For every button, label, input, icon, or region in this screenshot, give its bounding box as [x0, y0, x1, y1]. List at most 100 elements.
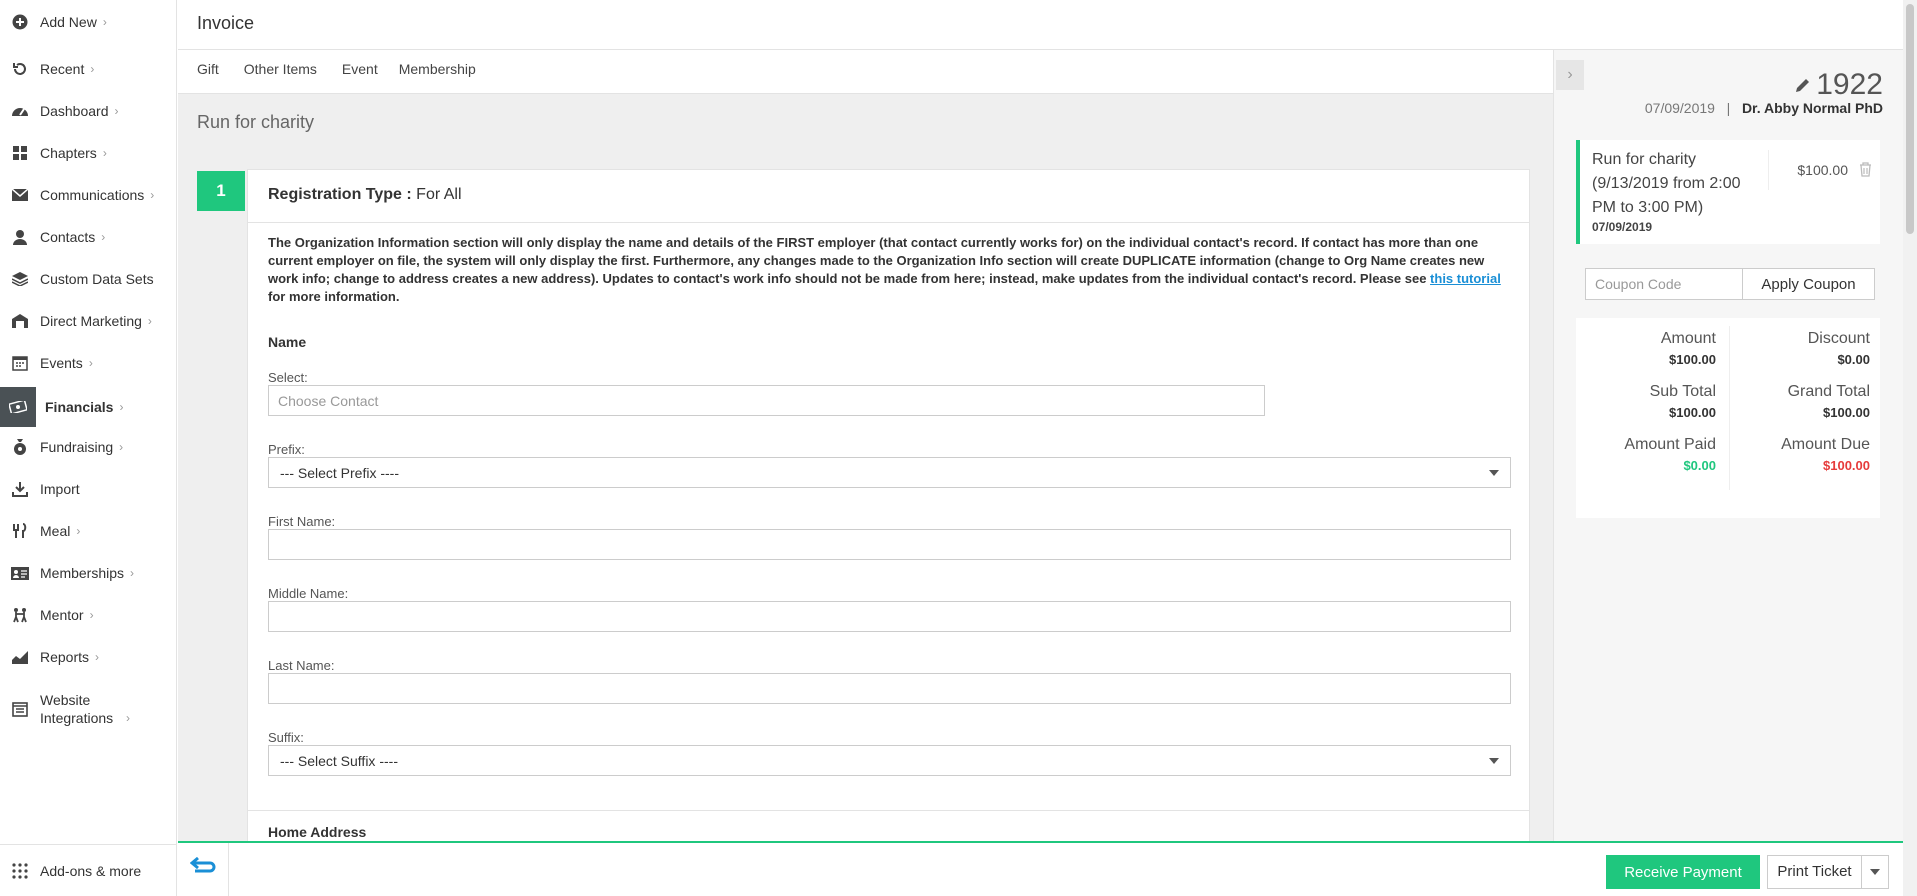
dashboard-icon — [0, 103, 40, 119]
invoice-number-value: 1922 — [1816, 68, 1883, 101]
addons-menu[interactable]: Add-ons & more — [0, 844, 177, 896]
sidebar-item-chapters[interactable]: Chapters › — [0, 145, 177, 161]
money-icon — [0, 387, 36, 427]
trash-icon[interactable] — [1859, 162, 1872, 182]
apply-coupon-button[interactable]: Apply Coupon — [1742, 268, 1875, 300]
sidebar-item-label: Reports — [40, 649, 90, 665]
due-label: Amount Due — [1781, 436, 1870, 453]
sidebar-item-label: Fundraising — [40, 439, 114, 455]
coupon-code-input[interactable]: Coupon Code — [1585, 268, 1743, 300]
invoice-date: 07/09/2019 — [1644, 100, 1715, 116]
sidebar-item-memberships[interactable]: Memberships › — [0, 565, 177, 581]
amount-value: $100.00 — [1669, 352, 1716, 367]
chevron-right-icon: › — [147, 314, 152, 328]
scrollbar-thumb[interactable] — [1906, 4, 1914, 234]
sidebar-item-fundraising[interactable]: Fundraising › — [0, 439, 177, 455]
print-ticket-button[interactable]: Print Ticket — [1767, 855, 1889, 889]
notice-text: The Organization Information section wil… — [268, 235, 1485, 286]
chevron-down-icon — [1489, 757, 1499, 764]
calendar-icon — [0, 355, 40, 371]
sidebar-item-label: Events — [40, 355, 83, 371]
prefix-select[interactable]: --- Select Prefix ---- — [268, 457, 1511, 488]
paid-label: Amount Paid — [1624, 436, 1716, 453]
first-name-label: First Name: — [268, 514, 336, 529]
sidebar-item-custom-data-sets[interactable]: Custom Data Sets — [0, 271, 177, 287]
building-icon — [0, 314, 40, 328]
first-name-input[interactable] — [268, 529, 1511, 560]
notice-tail: for more information. — [268, 289, 400, 304]
layers-icon — [0, 272, 40, 286]
suffix-label: Suffix: — [268, 730, 304, 745]
chevron-right-icon: › — [89, 608, 94, 622]
paid-value: $0.00 — [1683, 458, 1716, 473]
tab-gift[interactable]: Gift — [178, 50, 238, 93]
amount-paid-total: Amount Paid $0.00 — [1576, 436, 1716, 473]
sidebar-item-label: Dashboard — [40, 103, 109, 119]
tutorial-link[interactable]: this tutorial — [1430, 271, 1501, 286]
sidebar-item-mentor[interactable]: Mentor › — [0, 607, 177, 623]
sidebar-item-label: Direct Marketing — [40, 313, 142, 329]
sidebar: Add New › Recent › Dashboard › Chapters › Co… — [0, 0, 177, 896]
sidebar-item-import[interactable]: Import — [0, 481, 177, 497]
totals-box: Amount $100.00 Discount $0.00 Sub Total … — [1576, 318, 1880, 518]
collapse-panel-button[interactable]: › — [1556, 60, 1584, 90]
event-form-area: Run for charity 1 Registration Type : Fo… — [178, 94, 1553, 841]
sidebar-item-add-new[interactable]: Add New › — [0, 14, 177, 30]
sidebar-item-reports[interactable]: Reports › — [0, 649, 177, 665]
choose-contact-placeholder: Choose Contact — [278, 392, 379, 409]
tab-membership[interactable]: Membership — [397, 50, 495, 93]
sidebar-item-financials[interactable]: Financials › — [0, 387, 177, 427]
divider — [248, 222, 1529, 223]
sidebar-item-label: Custom Data Sets — [40, 271, 154, 287]
print-ticket-label: Print Ticket — [1768, 856, 1862, 888]
tab-event[interactable]: Event — [336, 50, 397, 99]
last-name-input[interactable] — [268, 673, 1511, 704]
divider — [248, 810, 1529, 811]
addons-label: Add-ons & more — [40, 862, 142, 879]
person-icon — [0, 229, 40, 245]
invoice-line-item: Run for charity (9/13/2019 from 2:00 PM … — [1576, 140, 1880, 244]
sidebar-item-contacts[interactable]: Contacts › — [0, 229, 177, 245]
chevron-right-icon: › — [150, 188, 155, 202]
sidebar-item-events[interactable]: Events › — [0, 355, 177, 371]
last-name-label: Last Name: — [268, 658, 335, 673]
middle-name-input[interactable] — [268, 601, 1511, 632]
back-button[interactable] — [178, 843, 229, 896]
sidebar-item-direct-marketing[interactable]: Direct Marketing › — [0, 313, 177, 329]
pencil-icon[interactable] — [1794, 68, 1812, 102]
discount-total: Discount $0.00 — [1730, 330, 1870, 367]
chevron-right-icon: › — [114, 104, 119, 118]
sidebar-item-website-integrations[interactable]: Website Integrations › — [0, 691, 177, 727]
page-header: Invoice — [178, 0, 1917, 50]
choose-contact-input[interactable]: Choose Contact — [268, 385, 1265, 416]
envelope-icon — [0, 189, 40, 201]
grid-icon — [0, 145, 40, 161]
mentor-icon — [0, 607, 40, 623]
line-item-name: Run for charity (9/13/2019 from 2:00 PM … — [1592, 151, 1741, 216]
discount-label: Discount — [1807, 330, 1870, 347]
suffix-select[interactable]: --- Select Suffix ---- — [268, 745, 1511, 776]
invoice-summary-panel: › 1922 07/09/2019 | Dr. Abby Normal PhD … — [1553, 50, 1917, 841]
scrollbar[interactable] — [1903, 0, 1917, 896]
sidebar-item-recent[interactable]: Recent › — [0, 61, 177, 77]
chevron-down-icon[interactable] — [1862, 869, 1888, 875]
history-icon — [0, 61, 40, 77]
chart-icon — [0, 650, 40, 664]
sidebar-item-meal[interactable]: Meal › — [0, 523, 177, 539]
receive-payment-button[interactable]: Receive Payment — [1606, 855, 1760, 889]
registration-card: Registration Type : For All The Organiza… — [247, 169, 1530, 841]
invoice-contact[interactable]: Dr. Abby Normal PhD — [1742, 100, 1883, 116]
event-title: Run for charity — [197, 112, 315, 132]
line-item-price: $100.00 — [1797, 162, 1848, 178]
prefix-selected-value: --- Select Prefix ---- — [280, 464, 399, 481]
sidebar-item-communications[interactable]: Communications › — [0, 187, 177, 203]
subtotal-total: Sub Total $100.00 — [1576, 383, 1716, 420]
chevron-right-icon: › — [119, 440, 124, 454]
sidebar-item-dashboard[interactable]: Dashboard › — [0, 103, 177, 119]
chevron-right-icon: › — [102, 146, 107, 160]
plus-circle-icon — [0, 14, 40, 30]
sidebar-item-label: Website Integrations — [40, 692, 114, 726]
tab-other-items[interactable]: Other Items — [238, 50, 336, 93]
registration-type-heading: Registration Type : For All — [268, 186, 462, 204]
due-value: $100.00 — [1823, 458, 1870, 473]
